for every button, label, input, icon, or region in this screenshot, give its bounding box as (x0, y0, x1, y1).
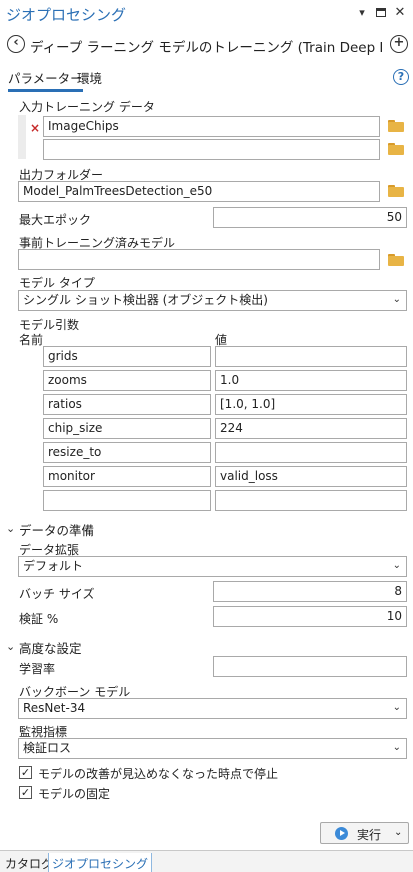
augmentation-select[interactable]: デフォルト ⌄ (18, 556, 407, 577)
validation-label: 検証 % (19, 612, 59, 626)
model-arg-value[interactable]: valid_loss (215, 466, 407, 487)
stop-early-label: モデルの改善が見込めなくなった時点で停止 (38, 767, 279, 781)
tab-parameters[interactable]: パラメーター (8, 68, 83, 92)
pretrained-model-field[interactable] (18, 249, 380, 270)
run-icon (335, 827, 348, 840)
model-args-name-header: 名前 (19, 333, 44, 347)
max-epochs-field[interactable]: 50 (213, 207, 407, 228)
backbone-select[interactable]: ResNet-34 ⌄ (18, 698, 407, 719)
model-type-label: モデル タイプ (19, 276, 95, 290)
maximize-icon[interactable] (374, 6, 388, 20)
tab-environments[interactable]: 環境 (77, 68, 102, 87)
model-arg-value[interactable]: 1.0 (215, 370, 407, 391)
model-arg-name[interactable]: resize_to (43, 442, 211, 463)
monitor-value: 検証ロス (23, 741, 72, 755)
chevron-down-icon[interactable]: ⌄ (6, 522, 15, 535)
chevron-down-icon: ⌄ (392, 702, 401, 713)
learning-rate-label: 学習率 (19, 662, 56, 676)
model-arg-name[interactable]: zooms (43, 370, 211, 391)
model-arg-value[interactable] (215, 490, 407, 511)
batch-size-field[interactable]: 8 (213, 581, 407, 602)
learning-rate-field[interactable] (213, 656, 407, 677)
add-icon[interactable]: + (390, 35, 408, 53)
freeze-model-label: モデルの固定 (38, 787, 111, 801)
chevron-down-icon[interactable]: ⌄ (394, 827, 402, 838)
chevron-down-icon[interactable]: ▾ (355, 6, 369, 20)
tab-geoprocessing[interactable]: ジオプロセシング (48, 853, 153, 872)
output-folder-field[interactable]: Model_PalmTreesDetection_e50 (18, 181, 380, 202)
required-indicator (18, 115, 26, 159)
input-training-data-label: 入力トレーニング データ (19, 100, 155, 114)
chevron-down-icon: ⌄ (392, 294, 401, 305)
validation-field[interactable]: 10 (213, 606, 407, 627)
folder-icon[interactable] (388, 254, 404, 266)
chevron-down-icon: ⌄ (392, 742, 401, 753)
run-button-label: 実行 (357, 828, 382, 842)
data-prep-section-header[interactable]: データの準備 (19, 520, 94, 539)
freeze-model-checkbox[interactable]: ✓ (19, 786, 32, 799)
folder-icon[interactable] (388, 120, 404, 132)
model-arg-name[interactable]: ratios (43, 394, 211, 415)
advanced-section-header[interactable]: 高度な設定 (19, 638, 82, 657)
model-type-value: シングル ショット検出器 (オブジェクト検出) (23, 293, 268, 307)
max-epochs-label: 最大エポック (19, 213, 92, 227)
close-icon[interactable]: ✕ (393, 6, 407, 20)
model-arg-name[interactable]: chip_size (43, 418, 211, 439)
model-type-select[interactable]: シングル ショット検出器 (オブジェクト検出) ⌄ (18, 290, 407, 311)
backbone-value: ResNet-34 (23, 701, 86, 715)
chevron-down-icon[interactable]: ⌄ (6, 640, 15, 653)
model-arg-value[interactable]: 224 (215, 418, 407, 439)
stop-early-checkbox[interactable]: ✓ (19, 766, 32, 779)
chevron-down-icon: ⌄ (392, 560, 401, 571)
batch-size-label: バッチ サイズ (19, 587, 95, 601)
back-arrow-icon[interactable]: ‹ (7, 35, 25, 53)
model-arg-value[interactable] (215, 346, 407, 367)
model-arg-name[interactable]: grids (43, 346, 211, 367)
bottom-tab-bar: カタログ ジオプロセシング (0, 850, 413, 872)
pane-title: ジオプロセシング (6, 6, 127, 24)
run-button[interactable]: 実行 ⌄ (320, 822, 409, 844)
augmentation-value: デフォルト (23, 559, 84, 573)
help-icon[interactable]: ? (393, 69, 409, 85)
model-arg-value[interactable]: [1.0, 1.0] (215, 394, 407, 415)
monitor-select[interactable]: 検証ロス ⌄ (18, 738, 407, 759)
pane-titlebar: ジオプロセシング ▾ ✕ (0, 0, 413, 28)
folder-icon[interactable] (388, 185, 404, 197)
tool-title: ディープ ラーニング モデルのトレーニング (Train Deep Learni… (30, 40, 382, 56)
input-training-data-field[interactable]: ImageChips (43, 116, 380, 137)
folder-icon[interactable] (388, 143, 404, 155)
input-training-data-field-empty[interactable] (43, 139, 380, 160)
remove-icon[interactable]: × (30, 121, 40, 135)
model-arg-name[interactable]: monitor (43, 466, 211, 487)
model-arg-value[interactable] (215, 442, 407, 463)
model-arg-name[interactable] (43, 490, 211, 511)
